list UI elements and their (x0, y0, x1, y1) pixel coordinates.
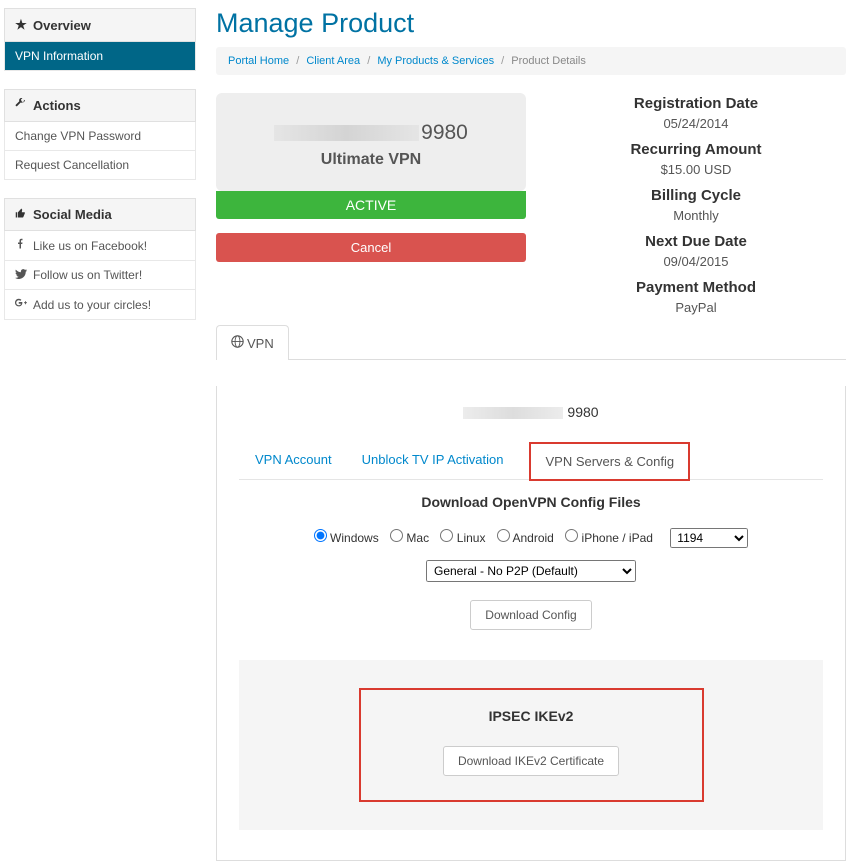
star-icon: ★ (15, 17, 27, 33)
registration-date-value: 05/24/2014 (546, 116, 846, 131)
ipsec-title: IPSEC IKEv2 (371, 708, 692, 724)
sidebar-item-label: Change VPN Password (15, 129, 141, 143)
os-mac[interactable]: Mac (390, 531, 429, 545)
google-plus-icon (15, 297, 27, 312)
redacted-block (463, 407, 563, 419)
status-badge: ACTIVE (216, 191, 526, 219)
sidebar-item-change-password[interactable]: Change VPN Password (4, 122, 196, 151)
breadcrumb-current: Product Details (511, 55, 586, 67)
billing-info: Registration Date 05/24/2014 Recurring A… (546, 93, 846, 325)
redacted-block (274, 125, 419, 141)
sidebar-item-label: Follow us on Twitter! (33, 268, 142, 282)
server-select[interactable]: General - No P2P (Default) (426, 560, 636, 582)
sidebar-item-vpn-information[interactable]: VPN Information (4, 42, 196, 71)
os-android-radio[interactable] (497, 529, 510, 542)
social-panel: Social Media Like us on Facebook! Follow… (4, 198, 196, 320)
sidebar-item-request-cancellation[interactable]: Request Cancellation (4, 151, 196, 180)
vpn-tab-panel: 9980 VPN Account Unblock TV IP Activatio… (216, 386, 846, 861)
sidebar-item-label: Like us on Facebook! (33, 239, 147, 253)
os-linux[interactable]: Linux (440, 531, 485, 545)
os-linux-radio[interactable] (440, 529, 453, 542)
os-windows[interactable]: Windows (314, 531, 379, 545)
tab-bar-filler (289, 325, 846, 360)
product-card: 9980 Ultimate VPN ACTIVE Cancel (216, 93, 526, 325)
download-title: Download OpenVPN Config Files (239, 494, 823, 510)
actions-header: Actions (4, 89, 196, 122)
download-ikev2-button[interactable]: Download IKEv2 Certificate (443, 746, 619, 776)
overview-title: Overview (33, 18, 91, 33)
next-due-date-value: 09/04/2015 (546, 254, 846, 269)
sidebar-item-facebook[interactable]: Like us on Facebook! (4, 231, 196, 261)
product-name: Ultimate VPN (226, 151, 516, 169)
breadcrumb-products[interactable]: My Products & Services (377, 55, 494, 67)
payment-method-label: Payment Method (546, 279, 846, 296)
inner-tab-unblock[interactable]: Unblock TV IP Activation (358, 442, 508, 479)
os-row: Windows Mac Linux Android iPhone / iPad … (239, 528, 823, 548)
breadcrumb-sep: / (367, 55, 370, 67)
ipsec-highlight: IPSEC IKEv2 Download IKEv2 Certificate (359, 688, 704, 802)
sidebar-item-label: VPN Information (15, 49, 103, 63)
recurring-amount-label: Recurring Amount (546, 141, 846, 158)
inner-tabs: VPN Account Unblock TV IP Activation VPN… (239, 442, 823, 480)
payment-method-value: PayPal (546, 300, 846, 315)
breadcrumb-sep: / (501, 55, 504, 67)
breadcrumb-sep: / (296, 55, 299, 67)
thumbs-up-icon (15, 207, 27, 222)
ipsec-box: IPSEC IKEv2 Download IKEv2 Certificate (239, 660, 823, 830)
cancel-button[interactable]: Cancel (216, 233, 526, 262)
registration-date-label: Registration Date (546, 95, 846, 112)
download-config-button[interactable]: Download Config (470, 600, 591, 630)
os-mac-radio[interactable] (390, 529, 403, 542)
facebook-icon (15, 238, 27, 253)
os-iphone[interactable]: iPhone / iPad (565, 531, 653, 545)
globe-icon (231, 335, 243, 351)
product-id-suffix: 9980 (421, 121, 468, 144)
inner-tab-servers[interactable]: VPN Servers & Config (529, 442, 690, 481)
wrench-icon (15, 98, 27, 113)
account-id-row: 9980 (239, 404, 823, 420)
twitter-icon (15, 268, 27, 282)
os-android[interactable]: Android (497, 531, 554, 545)
breadcrumb: Portal Home / Client Area / My Products … (216, 47, 846, 75)
tab-vpn-label: VPN (247, 336, 274, 351)
tab-bar: VPN (216, 325, 846, 360)
overview-panel: ★ Overview VPN Information (4, 8, 196, 71)
sidebar-item-label: Add us to your circles! (33, 298, 151, 312)
breadcrumb-client[interactable]: Client Area (306, 55, 360, 67)
billing-cycle-value: Monthly (546, 208, 846, 223)
os-iphone-radio[interactable] (565, 529, 578, 542)
breadcrumb-portal[interactable]: Portal Home (228, 55, 289, 67)
account-id-suffix: 9980 (567, 404, 598, 420)
inner-tab-account[interactable]: VPN Account (251, 442, 336, 479)
next-due-date-label: Next Due Date (546, 233, 846, 250)
os-windows-radio[interactable] (314, 529, 327, 542)
actions-panel: Actions Change VPN Password Request Canc… (4, 89, 196, 180)
actions-title: Actions (33, 98, 81, 113)
port-select[interactable]: 1194 (670, 528, 748, 548)
overview-header: ★ Overview (4, 8, 196, 42)
social-header: Social Media (4, 198, 196, 231)
tab-vpn[interactable]: VPN (216, 325, 289, 360)
product-id: 9980 (226, 121, 516, 145)
billing-cycle-label: Billing Cycle (546, 187, 846, 204)
social-title: Social Media (33, 207, 112, 222)
sidebar-item-label: Request Cancellation (15, 158, 129, 172)
recurring-amount-value: $15.00 USD (546, 162, 846, 177)
page-title: Manage Product (216, 8, 846, 39)
sidebar-item-googleplus[interactable]: Add us to your circles! (4, 290, 196, 320)
sidebar-item-twitter[interactable]: Follow us on Twitter! (4, 261, 196, 290)
